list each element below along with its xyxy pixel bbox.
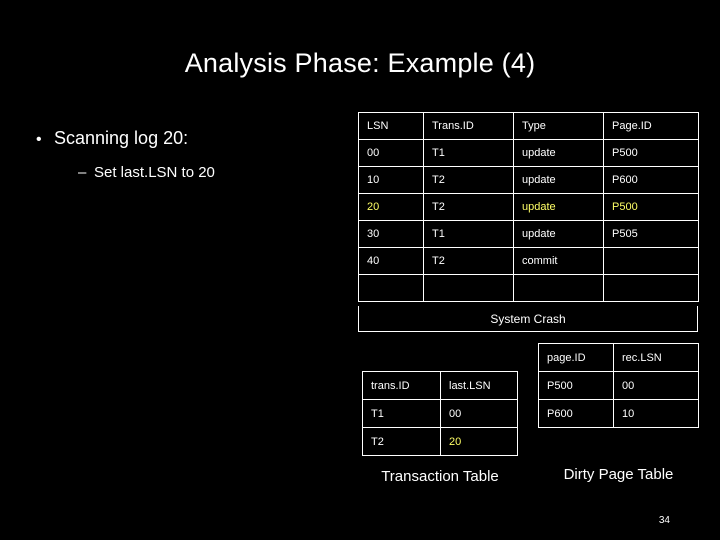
log-cell-pageid: P600 <box>603 166 699 194</box>
log-header-transid: Trans.ID <box>423 112 514 140</box>
log-cell-transid: T1 <box>423 139 514 167</box>
log-cell-transid: T2 <box>423 193 514 221</box>
dirty-page-table-caption: Dirty Page Table <box>563 466 674 483</box>
dirty-header-pageid: page.ID <box>538 343 614 372</box>
log-cell-pageid <box>603 247 699 275</box>
bullet-dash-marker: – <box>78 164 87 181</box>
log-cell-type: update <box>513 220 604 248</box>
log-cell-type: commit <box>513 247 604 275</box>
log-header-type: Type <box>513 112 604 140</box>
table-row <box>358 274 699 302</box>
log-cell-type: update <box>513 139 604 167</box>
dirty-cell-pageid: P600 <box>538 399 614 428</box>
bullet-level-1: • Scanning log 20: <box>36 128 188 149</box>
table-row: T1 00 <box>362 399 518 428</box>
table-row: T2 20 <box>362 427 518 456</box>
system-crash-banner: System Crash <box>358 306 698 332</box>
log-cell-lsn: 20 <box>358 193 424 221</box>
dirty-cell-reclsn: 10 <box>613 399 699 428</box>
trans-cell-lastlsn: 20 <box>440 427 518 456</box>
log-cell-type: update <box>513 166 604 194</box>
bullet-level-2: – Set last.LSN to 20 <box>78 164 215 181</box>
bullet-marker: • <box>36 131 42 148</box>
log-cell-type: update <box>513 193 604 221</box>
log-header-pageid: Page.ID <box>603 112 699 140</box>
table-header-row: trans.ID last.LSN <box>362 371 518 400</box>
log-cell-lsn: 00 <box>358 139 424 167</box>
dirty-page-table: page.ID rec.LSN P500 00 P600 10 <box>538 343 699 428</box>
log-cell-lsn: 40 <box>358 247 424 275</box>
table-row: 00 T1 update P500 <box>358 139 699 167</box>
transaction-table-caption: Transaction Table <box>381 468 499 485</box>
slide-number: 34 <box>658 515 670 526</box>
table-row: 30 T1 update P505 <box>358 220 699 248</box>
log-cell-pageid: P500 <box>603 139 699 167</box>
bullet-level-2-text: Set last.LSN to 20 <box>94 164 215 181</box>
log-header-lsn: LSN <box>358 112 424 140</box>
transaction-table: trans.ID last.LSN T1 00 T2 20 <box>362 371 518 456</box>
table-row: 40 T2 commit <box>358 247 699 275</box>
dirty-cell-reclsn: 00 <box>613 371 699 400</box>
log-cell-lsn <box>358 274 424 302</box>
log-cell-pageid <box>603 274 699 302</box>
table-row: 20 T2 update P500 <box>358 193 699 221</box>
table-row: P500 00 <box>538 371 699 400</box>
log-cell-transid: T2 <box>423 166 514 194</box>
log-cell-lsn: 10 <box>358 166 424 194</box>
table-header-row: LSN Trans.ID Type Page.ID <box>358 112 699 140</box>
trans-cell-transid: T2 <box>362 427 441 456</box>
trans-cell-transid: T1 <box>362 399 441 428</box>
log-cell-pageid: P505 <box>603 220 699 248</box>
bullet-level-1-text: Scanning log 20: <box>54 128 189 148</box>
log-cell-lsn: 30 <box>358 220 424 248</box>
log-table: LSN Trans.ID Type Page.ID 00 T1 update P… <box>358 112 699 302</box>
table-row: P600 10 <box>538 399 699 428</box>
dirty-cell-pageid: P500 <box>538 371 614 400</box>
log-cell-transid <box>423 274 514 302</box>
page-title: Analysis Phase: Example (4) <box>184 48 536 78</box>
table-header-row: page.ID rec.LSN <box>538 343 699 372</box>
log-cell-transid: T2 <box>423 247 514 275</box>
log-cell-type <box>513 274 604 302</box>
dirty-header-reclsn: rec.LSN <box>613 343 699 372</box>
trans-cell-lastlsn: 00 <box>440 399 518 428</box>
trans-header-transid: trans.ID <box>362 371 441 400</box>
log-cell-transid: T1 <box>423 220 514 248</box>
log-cell-pageid: P500 <box>603 193 699 221</box>
table-row: 10 T2 update P600 <box>358 166 699 194</box>
slide: Analysis Phase: Example (4) • Scanning lo… <box>0 0 720 540</box>
trans-header-lastlsn: last.LSN <box>440 371 518 400</box>
